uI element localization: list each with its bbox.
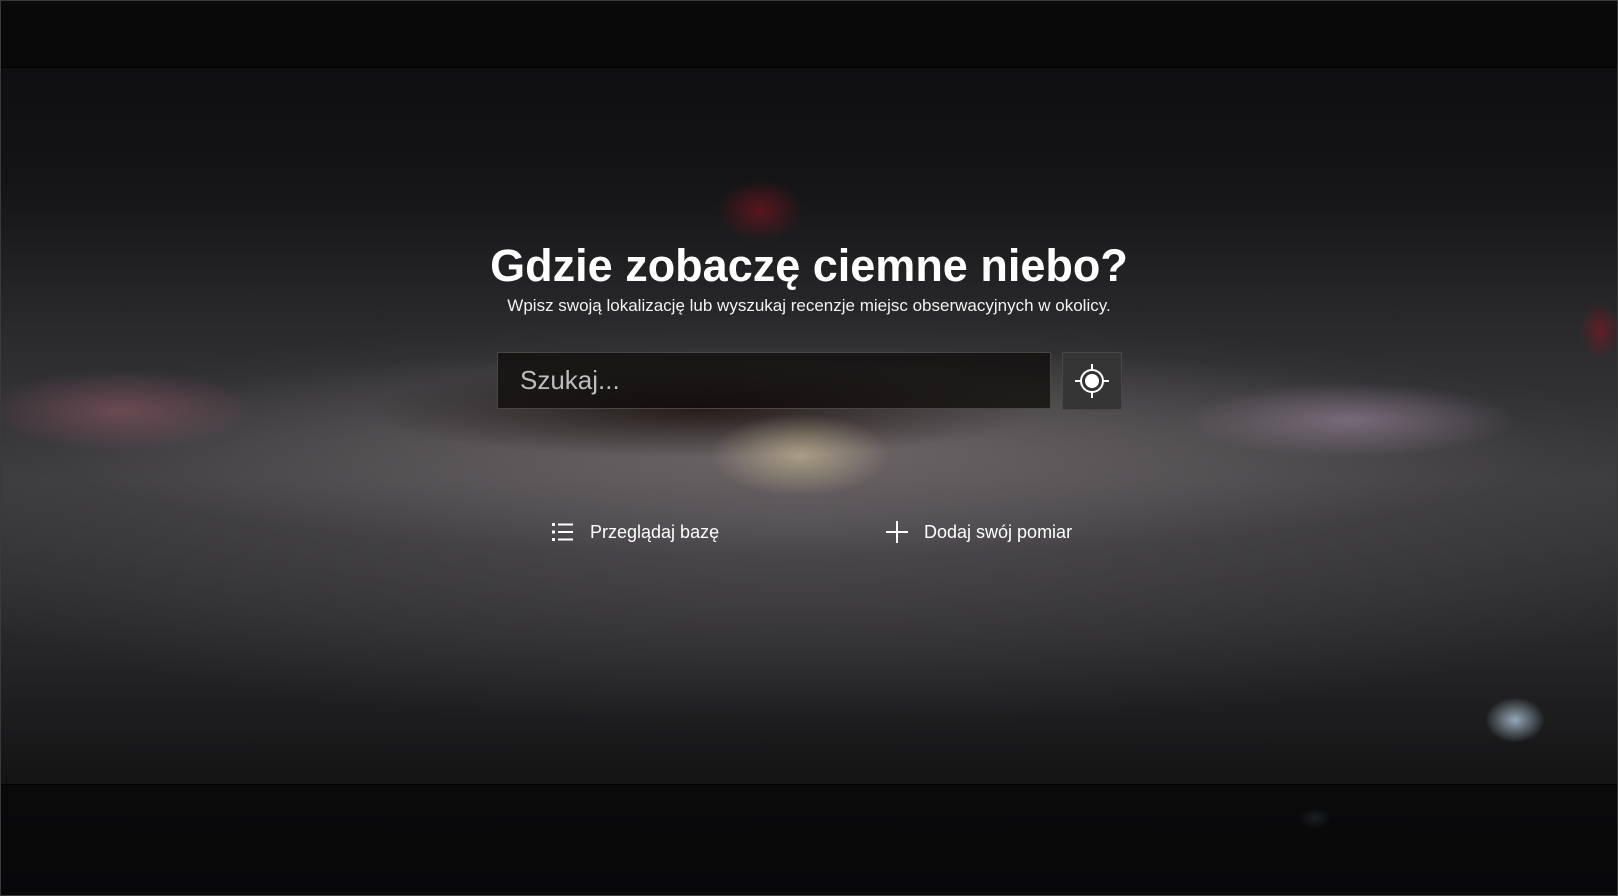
milky-way-background: [0, 0, 1618, 896]
add-measurement-link[interactable]: Dodaj swój pomiar: [884, 518, 1072, 546]
bottom-bar: [0, 784, 1618, 896]
search-box: [497, 352, 1051, 409]
page: Gdzie zobaczę ciemne niebo? Wpisz swoją …: [0, 0, 1618, 896]
page-title: Gdzie zobaczę ciemne niebo?: [490, 240, 1128, 291]
page-subtitle: Wpisz swoją lokalizację lub wyszukaj rec…: [507, 296, 1111, 315]
search-input[interactable]: [498, 353, 1050, 408]
crosshair-icon: [1075, 364, 1109, 398]
list-icon: [550, 519, 576, 545]
locate-me-button[interactable]: [1062, 352, 1122, 410]
top-bar: [0, 0, 1618, 68]
browse-database-label: Przeglądaj bazę: [590, 521, 720, 542]
add-measurement-label: Dodaj swój pomiar: [924, 521, 1073, 542]
browse-database-link[interactable]: Przeglądaj bazę: [550, 518, 719, 546]
plus-icon: [884, 519, 910, 545]
